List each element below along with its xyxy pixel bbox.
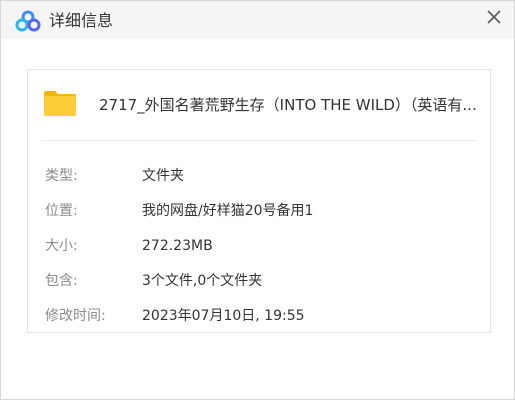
modified-label: 修改时间: bbox=[45, 308, 106, 324]
file-name: 2717_外国名著荒野生存（INTO THE WILD）（英语有... bbox=[99, 96, 477, 114]
divider bbox=[41, 140, 478, 141]
size-value: 272.23MB bbox=[142, 238, 213, 254]
details-panel: 2717_外国名著荒野生存（INTO THE WILD）（英语有... 类型: … bbox=[27, 69, 491, 333]
location-row: 位置: 我的网盘/好样猫20号备用1 bbox=[28, 200, 490, 222]
file-header: 2717_外国名著荒野生存（INTO THE WILD）（英语有... bbox=[28, 70, 490, 140]
title-bar: 详细信息 bbox=[1, 1, 514, 39]
type-label: 类型: bbox=[45, 168, 78, 184]
location-label: 位置: bbox=[45, 203, 78, 219]
dialog-title: 详细信息 bbox=[49, 11, 114, 30]
close-button[interactable] bbox=[481, 4, 509, 32]
contains-label: 包含: bbox=[45, 273, 78, 289]
size-row: 大小: 272.23MB bbox=[28, 235, 490, 257]
folder-icon bbox=[44, 91, 76, 116]
contains-value: 3个文件,0个文件夹 bbox=[142, 273, 263, 289]
modified-value: 2023年07月10日, 19:55 bbox=[142, 308, 305, 324]
modified-row: 修改时间: 2023年07月10日, 19:55 bbox=[28, 305, 490, 327]
contains-row: 包含: 3个文件,0个文件夹 bbox=[28, 270, 490, 292]
size-label: 大小: bbox=[45, 238, 78, 254]
location-value: 我的网盘/好样猫20号备用1 bbox=[142, 203, 314, 219]
type-row: 类型: 文件夹 bbox=[28, 165, 490, 187]
baidu-netdisk-logo-icon bbox=[15, 10, 41, 32]
close-icon[interactable] bbox=[481, 4, 509, 32]
details-dialog: 详细信息 2717_外国名著荒野生存（INTO THE WILD）（英语有...… bbox=[0, 0, 515, 400]
type-value: 文件夹 bbox=[142, 168, 184, 184]
